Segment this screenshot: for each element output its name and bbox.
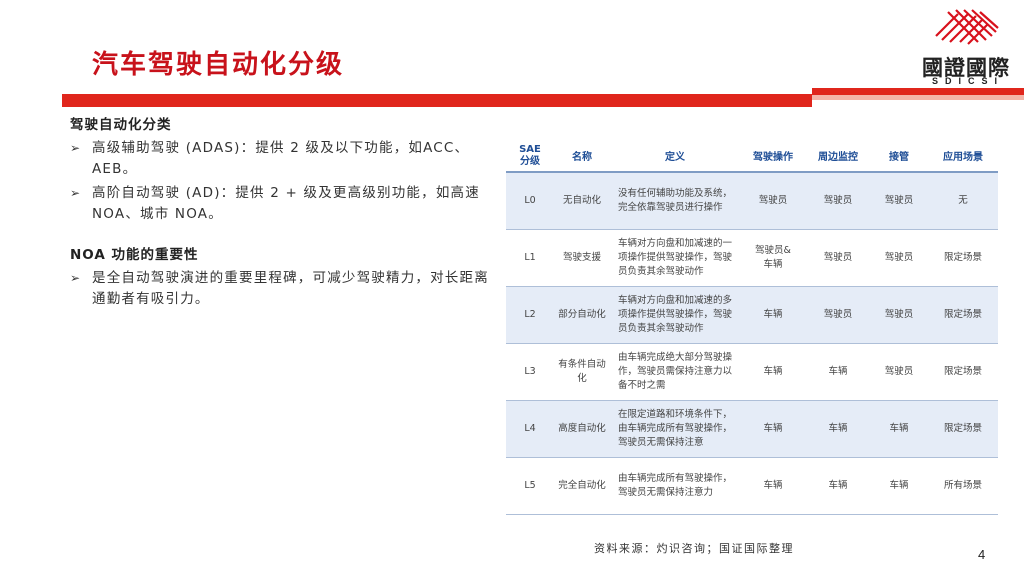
header-driving-operation: 驾驶操作 bbox=[740, 140, 806, 173]
table-row: L5 完全自动化 由车辆完成所有驾驶操作，驾驶员无需保持注意力 车辆 车辆 车辆… bbox=[506, 457, 998, 515]
bullet-ad: ➢ 高阶自动驾驶 (AD)：提供 2 + 级及更高级别功能，如高速 NOA、城市… bbox=[70, 183, 495, 225]
company-logo: 國證國際 SDICSI bbox=[908, 6, 1018, 88]
cell-takeover: 驾驶员 bbox=[870, 343, 928, 401]
page-number: 4 bbox=[978, 547, 986, 562]
cell-name: 驾驶支援 bbox=[554, 229, 610, 287]
cell-definition: 由车辆完成绝大部分驾驶操作，驾驶员需保持注意力以备不时之需 bbox=[610, 343, 740, 401]
logo-mark-icon bbox=[935, 9, 999, 45]
cell-monitoring: 车辆 bbox=[806, 457, 870, 515]
cell-name: 完全自动化 bbox=[554, 457, 610, 515]
bullet-text: 是全自动驾驶演进的重要里程碑，可减少驾驶精力，对长距离通勤者有吸引力。 bbox=[92, 270, 489, 307]
header-name: 名称 bbox=[554, 140, 610, 173]
left-text-panel: 驾驶自动化分类 ➢ 高级辅助驾驶 (ADAS)：提供 2 级及以下功能，如ACC… bbox=[70, 115, 495, 310]
cell-name: 高度自动化 bbox=[554, 400, 610, 458]
cell-scenario: 无 bbox=[928, 172, 998, 230]
cell-takeover: 驾驶员 bbox=[870, 229, 928, 287]
logo-text-en: SDICSI bbox=[931, 76, 1004, 86]
cell-name: 无自动化 bbox=[554, 172, 610, 230]
bullet-arrow-icon: ➢ bbox=[70, 141, 82, 155]
bullet-arrow-icon: ➢ bbox=[70, 271, 82, 285]
cell-level: L2 bbox=[506, 286, 554, 344]
cell-definition: 车辆对方向盘和加减速的多项操作提供驾驶操作，驾驶员负责其余驾驶动作 bbox=[610, 286, 740, 344]
cell-driving-operation: 车辆 bbox=[740, 286, 806, 344]
cell-scenario: 限定场景 bbox=[928, 343, 998, 401]
cell-level: L1 bbox=[506, 229, 554, 287]
title-rule-tail bbox=[812, 88, 1024, 95]
cell-definition: 在限定道路和环境条件下，由车辆完成所有驾驶操作，驾驶员无需保持注意 bbox=[610, 400, 740, 458]
header-takeover: 接管 bbox=[870, 140, 928, 173]
cell-driving-operation: 驾驶员& 车辆 bbox=[740, 229, 806, 287]
bullet-text: 高级辅助驾驶 (ADAS)：提供 2 级及以下功能，如ACC、AEB。 bbox=[92, 140, 470, 177]
cell-scenario: 限定场景 bbox=[928, 229, 998, 287]
cell-level: L5 bbox=[506, 457, 554, 515]
cell-definition: 没有任何辅助功能及系统，完全依靠驾驶员进行操作 bbox=[610, 172, 740, 230]
table-row: L1 驾驶支援 车辆对方向盘和加减速的一项操作提供驾驶操作，驾驶员负责其余驾驶动… bbox=[506, 229, 998, 287]
cell-driving-operation: 车辆 bbox=[740, 457, 806, 515]
cell-scenario: 所有场景 bbox=[928, 457, 998, 515]
bullet-noa: ➢ 是全自动驾驶演进的重要里程碑，可减少驾驶精力，对长距离通勤者有吸引力。 bbox=[70, 268, 495, 310]
title-rule-tail-light bbox=[812, 95, 1024, 100]
cell-takeover: 驾驶员 bbox=[870, 286, 928, 344]
sae-level-table: SAE 分级 名称 定义 驾驶操作 周边监控 接管 应用场景 L0 无自动化 没… bbox=[506, 140, 998, 515]
cell-definition: 车辆对方向盘和加减速的一项操作提供驾驶操作，驾驶员负责其余驾驶动作 bbox=[610, 229, 740, 287]
cell-monitoring: 车辆 bbox=[806, 400, 870, 458]
header-scenario: 应用场景 bbox=[928, 140, 998, 173]
cell-name: 有条件自动化 bbox=[554, 343, 610, 401]
section-heading-noa: NOA 功能的重要性 bbox=[70, 247, 199, 263]
title-rule bbox=[62, 94, 812, 107]
header-sae-level: SAE 分级 bbox=[506, 140, 554, 173]
slide-title: 汽车驾驶自动化分级 bbox=[92, 50, 345, 80]
cell-level: L4 bbox=[506, 400, 554, 458]
cell-takeover: 车辆 bbox=[870, 457, 928, 515]
table-header-row: SAE 分级 名称 定义 驾驶操作 周边监控 接管 应用场景 bbox=[506, 140, 998, 173]
cell-driving-operation: 车辆 bbox=[740, 400, 806, 458]
cell-definition: 由车辆完成所有驾驶操作，驾驶员无需保持注意力 bbox=[610, 457, 740, 515]
cell-monitoring: 驾驶员 bbox=[806, 172, 870, 230]
cell-name: 部分自动化 bbox=[554, 286, 610, 344]
cell-level: L0 bbox=[506, 172, 554, 230]
cell-takeover: 驾驶员 bbox=[870, 172, 928, 230]
bullet-adas: ➢ 高级辅助驾驶 (ADAS)：提供 2 级及以下功能，如ACC、AEB。 bbox=[70, 138, 495, 180]
cell-scenario: 限定场景 bbox=[928, 286, 998, 344]
cell-level: L3 bbox=[506, 343, 554, 401]
table-row: L3 有条件自动化 由车辆完成绝大部分驾驶操作，驾驶员需保持注意力以备不时之需 … bbox=[506, 343, 998, 401]
source-note: 资料来源：灼识咨询；国证国际整理 bbox=[594, 542, 794, 555]
table-row: L4 高度自动化 在限定道路和环境条件下，由车辆完成所有驾驶操作，驾驶员无需保持… bbox=[506, 400, 998, 458]
cell-monitoring: 驾驶员 bbox=[806, 229, 870, 287]
cell-monitoring: 车辆 bbox=[806, 343, 870, 401]
bullet-text: 高阶自动驾驶 (AD)：提供 2 + 级及更高级别功能，如高速 NOA、城市 N… bbox=[92, 185, 480, 222]
header-monitoring: 周边监控 bbox=[806, 140, 870, 173]
table-row: L2 部分自动化 车辆对方向盘和加减速的多项操作提供驾驶操作，驾驶员负责其余驾驶… bbox=[506, 286, 998, 344]
bullet-arrow-icon: ➢ bbox=[70, 186, 82, 200]
cell-takeover: 车辆 bbox=[870, 400, 928, 458]
cell-monitoring: 驾驶员 bbox=[806, 286, 870, 344]
section-heading-classification: 驾驶自动化分类 bbox=[70, 117, 172, 133]
cell-scenario: 限定场景 bbox=[928, 400, 998, 458]
table-row: L0 无自动化 没有任何辅助功能及系统，完全依靠驾驶员进行操作 驾驶员 驾驶员 … bbox=[506, 172, 998, 230]
cell-driving-operation: 车辆 bbox=[740, 343, 806, 401]
cell-driving-operation: 驾驶员 bbox=[740, 172, 806, 230]
header-definition: 定义 bbox=[610, 140, 740, 173]
